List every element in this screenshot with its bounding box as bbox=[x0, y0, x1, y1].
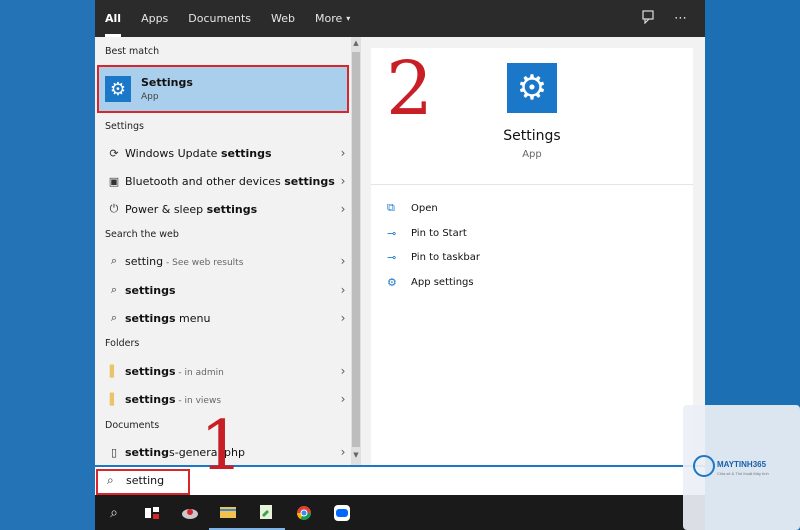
web-result-settings-menu[interactable]: ⌕ settings menu › bbox=[95, 305, 351, 331]
action-label: Open bbox=[411, 202, 438, 214]
chevron-right-icon: › bbox=[340, 202, 346, 216]
action-label: Pin to Start bbox=[411, 227, 467, 239]
chevron-right-icon: › bbox=[340, 146, 346, 160]
notepad-icon[interactable] bbox=[247, 495, 285, 530]
zalo-icon[interactable] bbox=[323, 495, 361, 530]
search-icon: ⌕ bbox=[110, 311, 118, 324]
open-icon: ⧉ bbox=[387, 201, 395, 214]
search-bar: ⌕ setting bbox=[95, 465, 705, 495]
tab-all-label: All bbox=[105, 12, 122, 25]
app-icon-drive[interactable] bbox=[171, 495, 209, 530]
chevron-right-icon: › bbox=[340, 254, 346, 268]
section-documents: Documents bbox=[105, 420, 160, 431]
tab-web[interactable]: Web bbox=[261, 0, 305, 37]
tab-apps-label: Apps bbox=[141, 12, 169, 25]
logo-watermark: MAYTINH365 Chia sẻ & Thủ thuật Máy tính bbox=[683, 405, 800, 530]
section-search-web: Search the web bbox=[105, 229, 179, 240]
annotation-step-2: 2 bbox=[386, 46, 434, 132]
document-icon: ▯ bbox=[110, 445, 118, 459]
tab-more[interactable]: More ▾ bbox=[305, 0, 360, 37]
taskbar: ⌕ bbox=[95, 495, 705, 530]
best-match-subtitle: App bbox=[141, 92, 159, 102]
result-bluetooth-settings[interactable]: ▣ Bluetooth and other devices settings › bbox=[95, 168, 351, 194]
chrome-icon[interactable] bbox=[285, 495, 323, 530]
scroll-up-icon[interactable]: ▲ bbox=[351, 39, 361, 51]
action-app-settings[interactable]: ⚙ App settings bbox=[387, 271, 474, 293]
folder-icon: ▌ bbox=[109, 392, 119, 406]
search-tabbar: All Apps Documents Web More ▾ ⋯ bbox=[95, 0, 705, 37]
more-options-icon[interactable]: ⋯ bbox=[674, 11, 687, 26]
result-label: Windows Update settings bbox=[125, 146, 272, 160]
section-settings: Settings bbox=[105, 121, 144, 132]
logo-tagline: Chia sẻ & Thủ thuật Máy tính bbox=[717, 471, 769, 476]
tab-more-label: More bbox=[315, 12, 343, 25]
chevron-down-icon: ▾ bbox=[346, 14, 351, 23]
annotation-step-1: 1 bbox=[200, 407, 244, 486]
task-view-icon[interactable] bbox=[133, 495, 171, 530]
search-icon: ⌕ bbox=[107, 473, 114, 487]
pin-icon: ⊸ bbox=[387, 250, 397, 264]
result-label: settings bbox=[125, 283, 176, 297]
best-match-title: Settings bbox=[141, 76, 193, 89]
result-label: setting - See web results bbox=[125, 254, 244, 268]
chevron-right-icon: › bbox=[340, 445, 346, 459]
power-icon: ⏻ bbox=[109, 202, 119, 215]
desktop-background-left bbox=[0, 0, 95, 530]
scroll-down-icon[interactable]: ▼ bbox=[351, 451, 361, 463]
chevron-right-icon: › bbox=[340, 392, 346, 406]
section-folders: Folders bbox=[105, 338, 140, 349]
taskbar-search-button[interactable]: ⌕ bbox=[95, 495, 133, 530]
chevron-right-icon: › bbox=[340, 283, 346, 297]
folder-result-admin[interactable]: ▌ settings - in admin › bbox=[95, 358, 351, 384]
folder-icon: ▌ bbox=[109, 364, 119, 378]
web-result-setting[interactable]: ⌕ setting - See web results › bbox=[95, 248, 351, 274]
search-icon: ⌕ bbox=[110, 254, 118, 267]
tab-documents-label: Documents bbox=[188, 12, 252, 25]
gear-icon: ⚙ bbox=[105, 76, 131, 102]
logo-name: MAYTINH365 bbox=[717, 460, 767, 469]
chevron-right-icon: › bbox=[340, 311, 346, 325]
search-input[interactable]: setting bbox=[126, 474, 164, 487]
result-label: Power & sleep settings bbox=[125, 202, 258, 216]
tab-web-label: Web bbox=[271, 12, 295, 25]
best-match-settings-app[interactable]: ⚙ Settings App bbox=[97, 65, 349, 113]
web-result-settings[interactable]: ⌕ settings › bbox=[95, 277, 351, 303]
results-list: Best match ⚙ Settings App Settings ⟳ Win… bbox=[95, 37, 351, 465]
scroll-thumb[interactable] bbox=[352, 52, 360, 447]
result-power-sleep-settings[interactable]: ⏻ Power & sleep settings › bbox=[95, 196, 351, 222]
result-label: settings - in admin bbox=[125, 364, 224, 378]
result-windows-update-settings[interactable]: ⟳ Windows Update settings › bbox=[95, 140, 351, 166]
search-icon: ⌕ bbox=[110, 283, 118, 296]
action-pin-to-start[interactable]: ⊸ Pin to Start bbox=[387, 222, 467, 244]
chevron-right-icon: › bbox=[340, 174, 346, 188]
gear-icon: ⚙ bbox=[507, 63, 557, 113]
section-best-match: Best match bbox=[105, 46, 160, 57]
pin-icon: ⊸ bbox=[387, 226, 397, 240]
tab-all[interactable]: All bbox=[95, 0, 131, 37]
result-label: settings - in views bbox=[125, 392, 222, 406]
results-scrollbar[interactable]: ▲ ▼ bbox=[351, 37, 361, 465]
chevron-right-icon: › bbox=[340, 364, 346, 378]
tab-documents[interactable]: Documents bbox=[178, 0, 261, 37]
file-explorer-icon[interactable] bbox=[209, 495, 247, 530]
refresh-icon: ⟳ bbox=[109, 146, 119, 160]
devices-icon: ▣ bbox=[108, 174, 120, 188]
result-label: settings menu bbox=[125, 311, 211, 325]
action-pin-to-taskbar[interactable]: ⊸ Pin to taskbar bbox=[387, 246, 480, 268]
preview-subtitle: App bbox=[522, 149, 542, 160]
tab-apps[interactable]: Apps bbox=[131, 0, 178, 37]
action-label: Pin to taskbar bbox=[411, 251, 480, 263]
action-label: App settings bbox=[411, 276, 474, 288]
feedback-icon[interactable] bbox=[642, 9, 656, 28]
result-label: Bluetooth and other devices settings bbox=[125, 174, 335, 188]
gear-icon: ⚙ bbox=[387, 275, 397, 289]
logo-icon bbox=[693, 455, 715, 477]
action-open[interactable]: ⧉ Open bbox=[387, 197, 438, 219]
